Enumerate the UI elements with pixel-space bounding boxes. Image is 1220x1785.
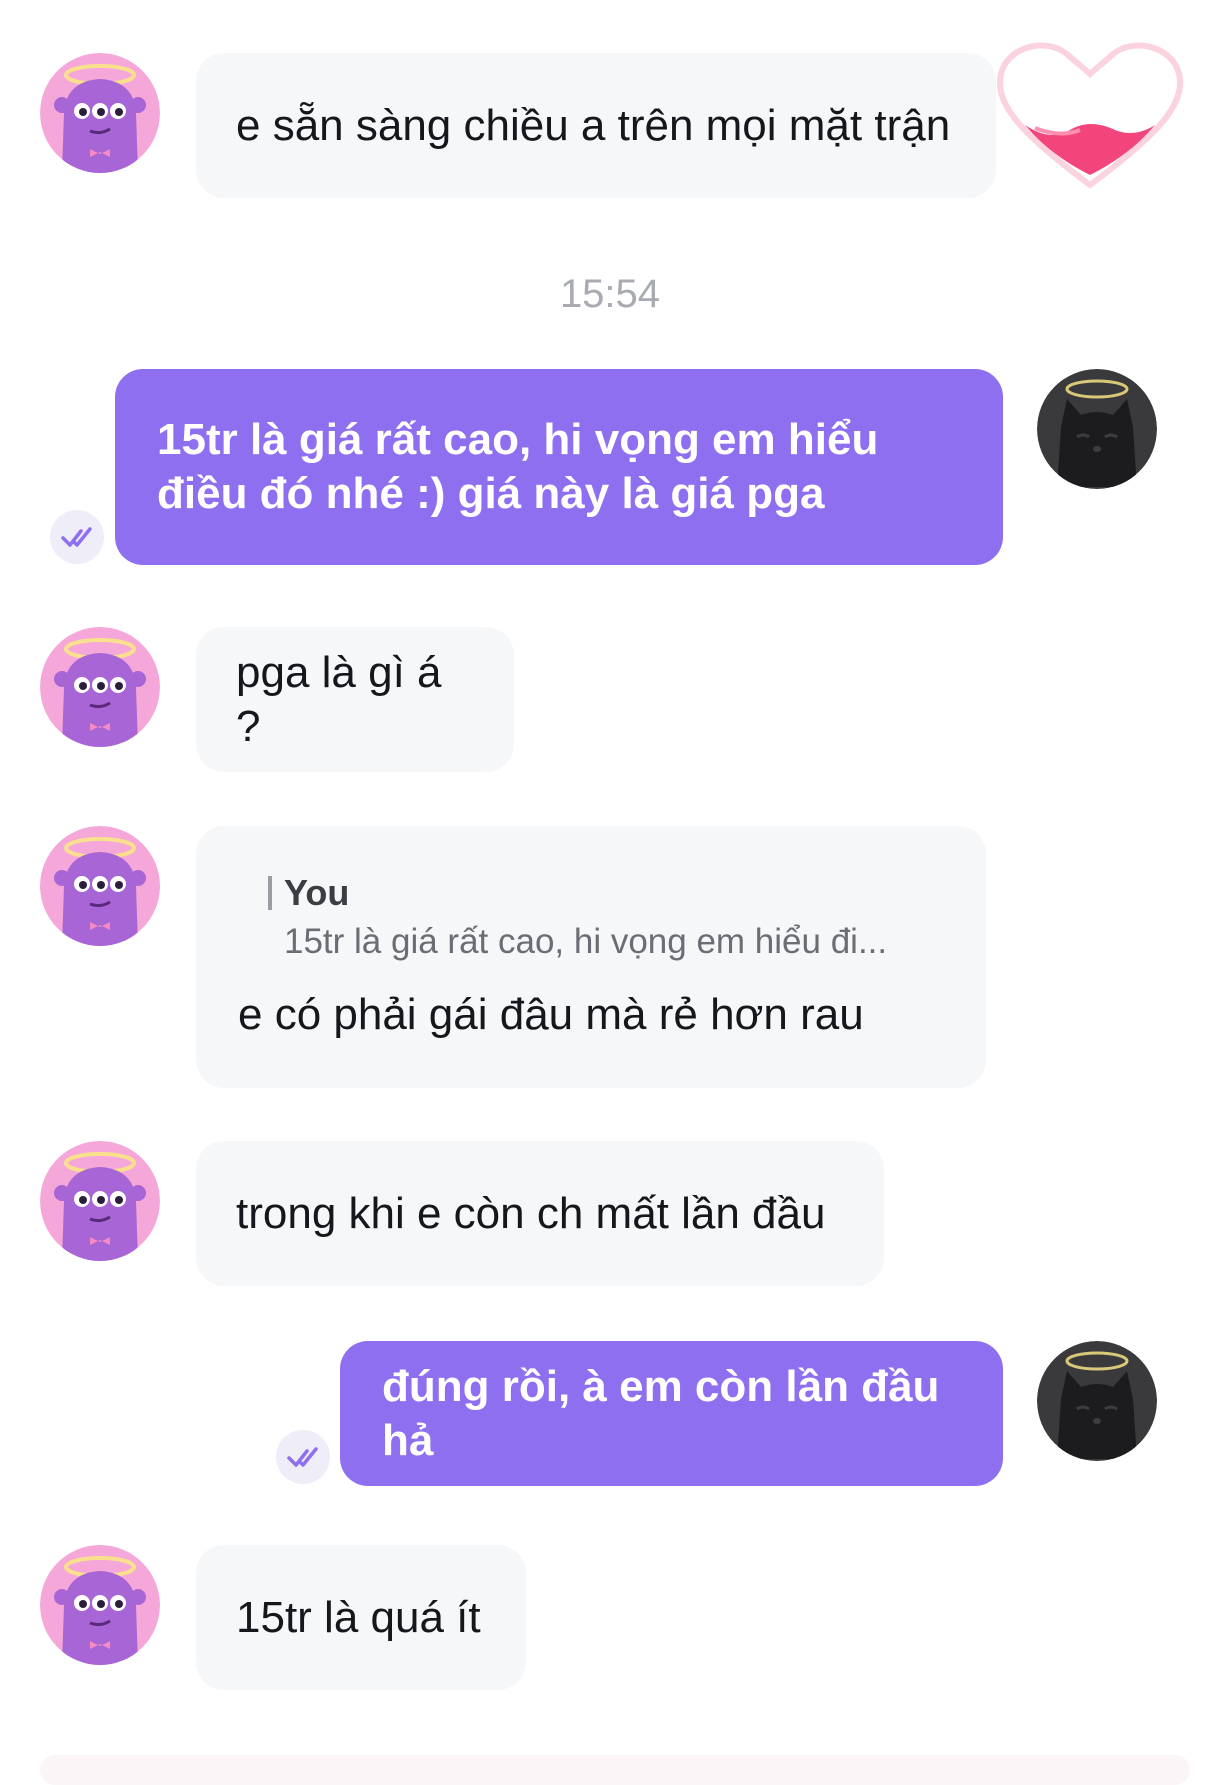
timestamp: 15:54 [559,272,661,316]
incoming-avatar-icon[interactable] [40,53,160,173]
incoming-reply-message[interactable]: You 15tr là giá rất cao, hi vọng em hiểu… [196,826,986,1088]
message-text: đúng rồi, à em còn lần đầu hả [382,1361,940,1465]
incoming-avatar-icon[interactable] [40,826,160,946]
outgoing-avatar-icon[interactable] [1037,1341,1157,1461]
incoming-message-1[interactable]: e sẵn sàng chiều a trên mọi mặt trận [196,53,996,198]
message-text: e sẵn sàng chiều a trên mọi mặt trận [236,100,951,150]
double-check-icon [276,1430,330,1484]
incoming-message-4[interactable]: 15tr là quá ít [196,1545,526,1690]
double-check-icon [50,510,104,564]
incoming-avatar-icon[interactable] [40,627,160,747]
heart-sticker-icon [990,30,1190,200]
outgoing-message-1[interactable]: 15tr là giá rất cao, hi vọng em hiểu điề… [115,369,1003,565]
message-text: 15tr là giá rất cao, hi vọng em hiểu điề… [157,415,879,518]
message-text: trong khi e còn ch mất lần đầu [236,1188,826,1238]
incoming-message-3[interactable]: trong khi e còn ch mất lần đầu [196,1141,884,1286]
quote-bar [268,876,272,910]
message-text: e có phải gái đâu mà rẻ hơn rau [238,990,864,1039]
incoming-message-2[interactable]: pga là gì á ? [196,627,514,772]
quoted-author: You [284,872,350,913]
message-text: pga là gì á ? [236,647,442,751]
outgoing-message-2[interactable]: đúng rồi, à em còn lần đầu hả [340,1341,1003,1486]
next-message-edge [40,1755,1190,1785]
quoted-message[interactable]: 15tr là giá rất cao, hi vọng em hiểu đi.… [284,922,887,962]
incoming-avatar-icon[interactable] [40,1545,160,1665]
incoming-avatar-icon[interactable] [40,1141,160,1261]
message-text: 15tr là quá ít [236,1592,481,1642]
outgoing-avatar-icon[interactable] [1037,369,1157,489]
